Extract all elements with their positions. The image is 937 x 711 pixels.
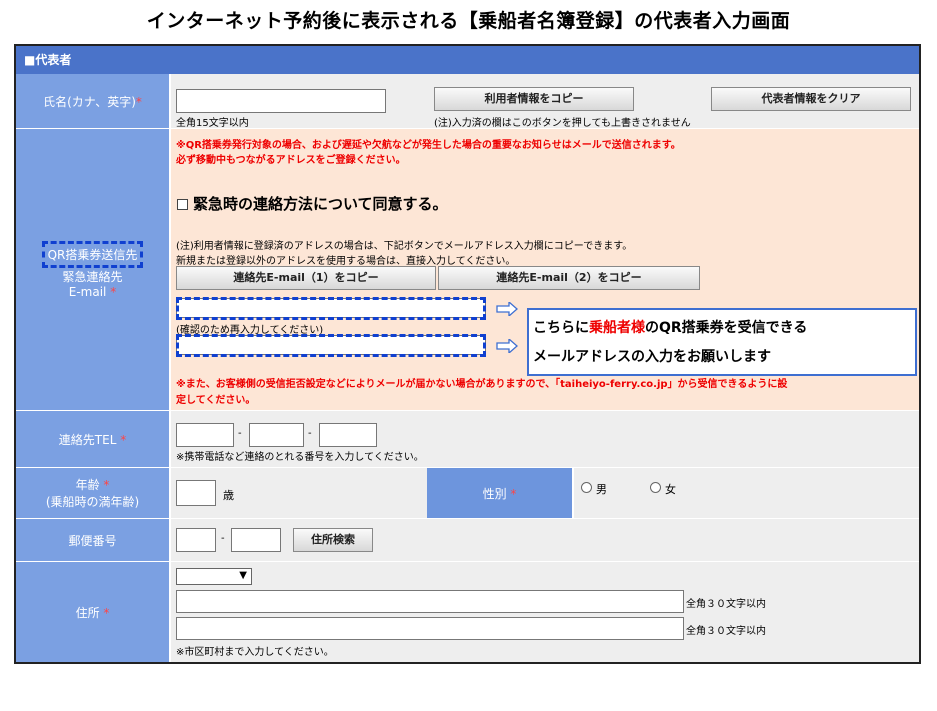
- required-mark: *: [110, 284, 117, 299]
- receive-warning-line2: 定してください。: [176, 395, 256, 406]
- zip-label: 郵便番号: [16, 519, 169, 562]
- name-cell: 全角15文字以内 利用者情報をコピー 代表者情報をクリア (注)入力済の欄はこの…: [171, 74, 919, 129]
- email-callout: こちらに乗船者様のQR搭乗券を受信できる メールアドレスの入力をお願いします: [527, 308, 917, 376]
- address-label: 住所 *: [16, 562, 169, 662]
- email-input-highlight: [176, 297, 486, 320]
- address-limit-2: 全角３０文字以内: [686, 626, 766, 637]
- address-input-2[interactable]: [176, 617, 684, 640]
- tel-label: 連絡先TEL *: [16, 411, 169, 468]
- email-label: QR搭乗券送信先 緊急連絡先 E-mail *: [16, 129, 169, 411]
- zip-label-text: 郵便番号: [68, 533, 117, 548]
- copy-email1-button[interactable]: 連絡先E-mail（1）をコピー: [176, 266, 436, 290]
- address-input-1[interactable]: [176, 590, 684, 613]
- tel-label-text: 連絡先TEL: [58, 432, 117, 447]
- arrow-right-icon: [496, 302, 518, 316]
- male-label: 男: [596, 483, 607, 496]
- address-hint: ※市区町村まで入力してください。: [176, 647, 334, 658]
- email-note1: (注)利用者情報に登録済のアドレスの場合は、下記ボタンでメールアドレス入力欄にコ…: [176, 241, 633, 252]
- agree-checkbox[interactable]: [177, 199, 188, 210]
- callout-line2: メールアドレスの入力をお願いします: [533, 349, 771, 365]
- overwrite-note: (注)入力済の欄はこのボタンを押しても上書きされません: [434, 118, 691, 129]
- prefecture-select[interactable]: ▼: [176, 568, 252, 585]
- email-note2: 新規または登録以外のアドレスを使用する場合は、直接入力してください。: [176, 256, 516, 267]
- tel-input-3[interactable]: [319, 423, 377, 447]
- callout-pre: こちらに: [533, 320, 589, 336]
- age-unit: 歳: [223, 489, 234, 502]
- clear-representative-button[interactable]: 代表者情報をクリア: [711, 87, 911, 111]
- address-limit-1: 全角３０文字以内: [686, 599, 766, 610]
- qr-label-highlight: QR搭乗券送信先: [41, 240, 144, 268]
- email-label-line3: E-mail: [68, 284, 107, 299]
- name-label: 氏名(カナ、英字)*: [16, 74, 169, 129]
- male-radio[interactable]: [581, 482, 592, 493]
- tel-input-1[interactable]: [176, 423, 234, 447]
- agree-label: 緊急時の連絡方法について同意する。: [193, 195, 448, 213]
- chevron-down-icon: ▼: [239, 570, 247, 581]
- address-cell: ▼ 全角３０文字以内 全角３０文字以内 ※市区町村まで入力してください。: [171, 562, 919, 662]
- qr-warning-line2: 必ず移動中もつながるアドレスをご登録ください。: [176, 155, 406, 166]
- representative-form: ■代表者 氏名(カナ、英字)* 全角15文字以内 利用者情報をコピー 代表者情報…: [14, 44, 921, 664]
- address-label-text: 住所: [75, 605, 100, 620]
- age-input[interactable]: [176, 480, 216, 506]
- required-mark: *: [120, 432, 127, 447]
- address-search-button[interactable]: 住所検索: [293, 528, 373, 552]
- email-label-line1: QR搭乗券送信先: [47, 247, 138, 262]
- name-hint: 全角15文字以内: [176, 118, 249, 129]
- copy-email2-button[interactable]: 連絡先E-mail（2）をコピー: [438, 266, 700, 290]
- callout-post: のQR搭乗券を受信できる: [645, 320, 808, 336]
- gender-label: 性別 *: [427, 468, 572, 519]
- required-mark: *: [135, 94, 142, 109]
- receive-warning-line1: ※また、お客様側の受信拒否設定などによりメールが届かない場合がありますので、「t…: [176, 379, 788, 390]
- tel-separator: -: [308, 428, 312, 439]
- qr-warning-line1: ※QR搭乗券発行対象の場合、および遅延や欠航などが発生した場合の重要なお知らせは…: [176, 140, 681, 151]
- email-label-line2: 緊急連絡先: [62, 269, 123, 284]
- tel-cell: - - ※携帯電話など連絡のとれる番号を入力してください。: [171, 411, 919, 468]
- tel-separator: -: [238, 428, 242, 439]
- callout-highlight: 乗船者様: [589, 320, 645, 336]
- email-confirm-highlight: [176, 334, 486, 357]
- page-title: インターネット予約後に表示される【乗船者名簿登録】の代表者入力画面: [146, 10, 791, 32]
- zip-input-2[interactable]: [231, 528, 281, 552]
- female-radio[interactable]: [650, 482, 661, 493]
- zip-separator: -: [221, 533, 225, 544]
- zip-input-1[interactable]: [176, 528, 216, 552]
- name-input[interactable]: [176, 89, 386, 113]
- section-header: ■代表者: [16, 46, 919, 74]
- age-label-text: 年齢: [75, 478, 100, 492]
- age-label-sub: (乗船時の満年齢): [45, 495, 140, 509]
- female-label: 女: [665, 483, 676, 496]
- arrow-right-icon: [496, 339, 518, 353]
- copy-user-info-button[interactable]: 利用者情報をコピー: [434, 87, 634, 111]
- gender-cell: 男 女: [574, 468, 919, 519]
- required-mark: *: [510, 486, 517, 501]
- name-label-text: 氏名(カナ、英字): [43, 94, 136, 109]
- tel-hint: ※携帯電話など連絡のとれる番号を入力してください。: [176, 452, 424, 463]
- required-mark: *: [103, 478, 110, 492]
- age-cell: 歳: [171, 468, 427, 519]
- gender-label-text: 性別: [482, 486, 507, 501]
- zip-cell: - 住所検索: [171, 519, 919, 562]
- tel-input-2[interactable]: [249, 423, 304, 447]
- age-label: 年齢 * (乗船時の満年齢): [16, 468, 169, 519]
- required-mark: *: [103, 605, 110, 620]
